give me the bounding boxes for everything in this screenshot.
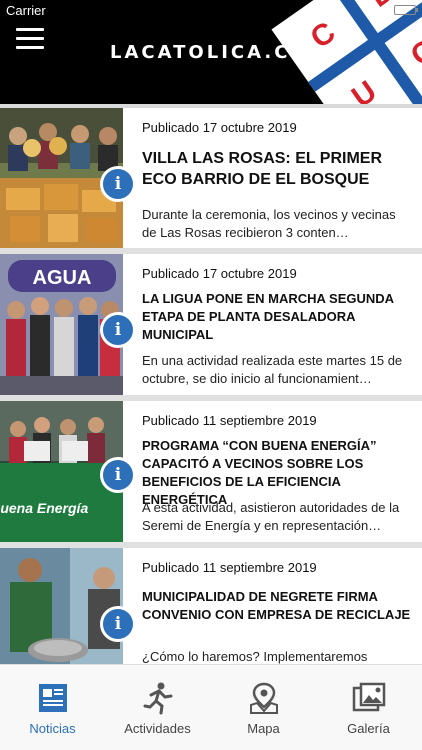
status-carrier: Carrier (6, 3, 46, 18)
hamburger-menu-button[interactable] (16, 28, 44, 50)
tab-noticias[interactable]: Noticias (0, 665, 105, 750)
post-excerpt: A esta actividad, asistieron autoridades… (142, 500, 400, 533)
bottom-tab-bar: Noticias Actividades Mapa Galería (0, 664, 422, 750)
app-header: C D U C Carrier LACATOLICA.CL (0, 0, 422, 104)
info-button[interactable]: i (100, 312, 136, 348)
post-date: Publicado 17 octubre 2019 (142, 120, 297, 135)
news-card[interactable]: i Publicado 11 septiembre 2019 MUNICIPAL… (0, 548, 422, 664)
image-sign-text: AGUA (33, 267, 92, 289)
info-button[interactable]: i (100, 457, 136, 493)
post-title[interactable]: MUNICIPALIDAD DE NEGRETE FIRMA CONVENIO … (142, 588, 414, 624)
news-card[interactable]: i Publicado 17 octubre 2019 VILLA LAS RO… (0, 108, 422, 248)
post-date: Publicado 17 octubre 2019 (142, 266, 297, 281)
info-button[interactable]: i (100, 166, 136, 202)
info-button[interactable]: i (100, 606, 136, 642)
tab-mapa[interactable]: Mapa (211, 665, 316, 750)
gallery-icon (352, 682, 386, 712)
battery-icon (394, 5, 418, 15)
tab-actividades[interactable]: Actividades (105, 665, 210, 750)
post-date: Publicado 11 septiembre 2019 (142, 560, 317, 575)
news-feed[interactable]: i Publicado 17 octubre 2019 VILLA LAS RO… (0, 108, 422, 664)
tab-label: Galería (347, 721, 390, 736)
post-title[interactable]: LA LIGUA PONE EN MARCHA SEGUNDA ETAPA DE… (142, 290, 414, 344)
newspaper-icon (39, 684, 67, 712)
tab-label: Mapa (247, 721, 280, 736)
map-pin-icon (250, 682, 278, 714)
tab-galeria[interactable]: Galería (316, 665, 421, 750)
post-date: Publicado 11 septiembre 2019 (142, 413, 317, 428)
news-card[interactable]: AGUA i Publicado 17 octubre 2019 LA LIGU… (0, 254, 422, 395)
image-sign-text: buena Energía (0, 500, 88, 516)
news-thumbnail[interactable] (0, 548, 123, 664)
post-title[interactable]: VILLA LAS ROSAS: EL PRIMER ECO BARRIO DE… (142, 148, 414, 190)
post-excerpt: Durante la ceremonia, los vecinos y veci… (142, 207, 396, 240)
tab-label: Actividades (124, 721, 191, 736)
post-excerpt: En una actividad realizada este martes 1… (142, 353, 403, 386)
tab-label: Noticias (29, 721, 76, 736)
brand-logo-text: LACATOLICA.CL (110, 42, 305, 63)
runner-icon (143, 682, 173, 715)
post-excerpt: ¿Cómo lo haremos? Implementaremos (142, 649, 368, 664)
news-card[interactable]: buena Energía i Publicado 11 septiembre … (0, 401, 422, 542)
